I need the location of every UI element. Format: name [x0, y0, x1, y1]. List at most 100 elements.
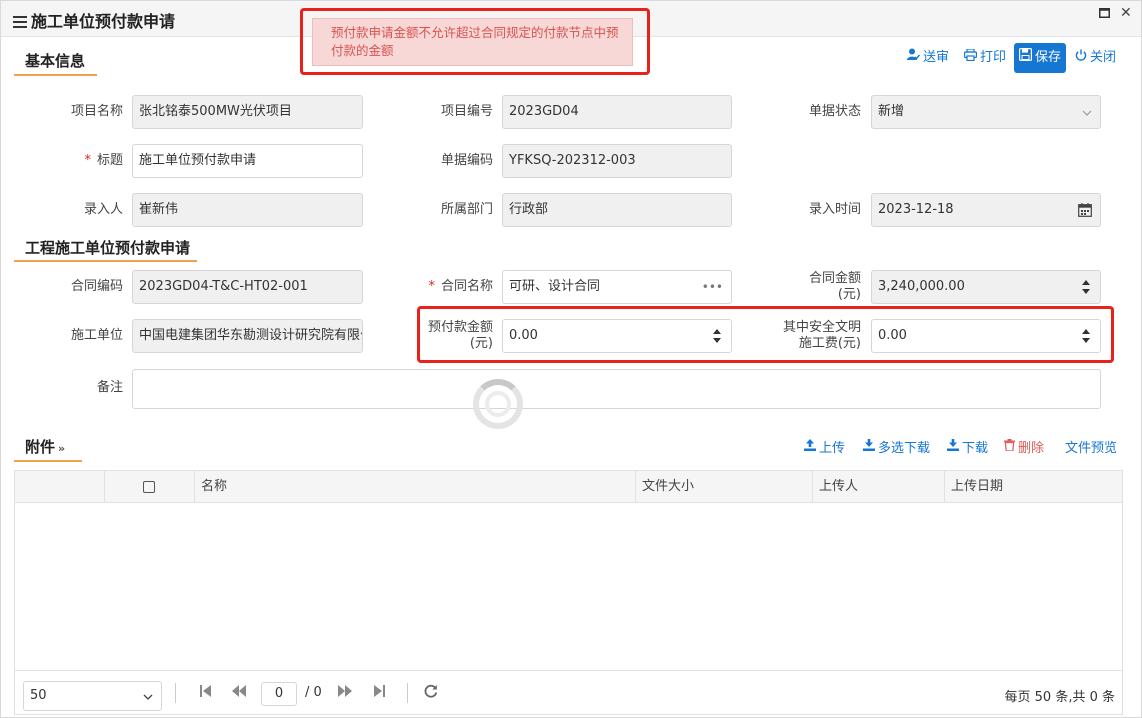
- window-title: 施工单位预付款申请: [13, 8, 175, 32]
- attachments-grid-header: 名称 文件大小 上传人 上传日期: [14, 470, 1123, 503]
- select-all-checkbox[interactable]: [143, 480, 155, 493]
- title-label: * 标题: [41, 153, 123, 169]
- contract-amount-field: 3,240,000.00: [871, 270, 1101, 304]
- close-icon[interactable]: ✕: [1120, 5, 1132, 21]
- status-select[interactable]: 新增: [871, 95, 1101, 129]
- delete-button[interactable]: 删除: [1004, 437, 1044, 456]
- entry-time-label: 录入时间: [808, 202, 861, 217]
- close-button[interactable]: 关闭: [1075, 45, 1116, 71]
- page-number-input[interactable]: 0: [261, 682, 297, 706]
- more-icon[interactable]: •••: [702, 271, 723, 303]
- chevron-down-icon: [143, 682, 153, 710]
- dept-field: 行政部: [502, 193, 732, 227]
- contract-amount-label-line2: (元): [837, 287, 861, 302]
- page-size-value: 50: [30, 688, 47, 703]
- contract-name-label-text: 合同名称: [440, 279, 493, 294]
- refresh-icon[interactable]: [424, 684, 438, 702]
- pager-divider: [407, 683, 408, 703]
- project-no-field: 2023GD04: [502, 95, 732, 129]
- required-marker: *: [428, 279, 435, 294]
- window-title-text: 施工单位预付款申请: [31, 12, 176, 31]
- hamburger-icon[interactable]: [13, 13, 27, 32]
- section-title-construction: 工程施工单位预付款申请: [25, 239, 191, 257]
- unit-field: 中国电建集团华东勘测设计研究院有限公司: [132, 319, 363, 353]
- project-name-label: 项目名称: [70, 104, 123, 119]
- column-header-size[interactable]: 文件大小: [636, 471, 813, 502]
- remark-label: 备注: [96, 380, 123, 395]
- section-underline: [14, 260, 197, 262]
- spinner-arrows-icon: [1082, 280, 1091, 294]
- first-page-icon[interactable]: [200, 685, 211, 701]
- dept-label: 所属部门: [440, 202, 493, 217]
- status-value: 新增: [878, 104, 905, 119]
- download-button[interactable]: 下载: [947, 437, 988, 456]
- contract-name-picker[interactable]: 可研、设计合同 •••: [502, 270, 732, 304]
- collapse-chevron-icon[interactable]: »: [58, 442, 65, 455]
- pager: 50 0 / 0 每页 50 条,共 0 条: [14, 671, 1123, 715]
- preview-button[interactable]: 文件预览: [1065, 437, 1117, 456]
- download-icon: [947, 438, 959, 455]
- print-icon: [964, 45, 978, 71]
- select-all-checkbox-cell: [105, 471, 195, 502]
- submit-button[interactable]: 送审: [907, 45, 949, 71]
- column-header-uploader[interactable]: 上传人: [813, 471, 945, 502]
- attachments-grid-body: [14, 503, 1123, 671]
- row-number-column: [15, 471, 105, 502]
- project-name-field: 张北铭泰500MW光伏项目: [132, 95, 363, 129]
- project-no-label: 项目编号: [440, 104, 493, 119]
- contract-no-field: 2023GD04-T&C-HT02-001: [132, 270, 363, 304]
- upload-icon: [804, 438, 816, 455]
- loading-spinner-inner: [485, 391, 511, 417]
- column-header-upload-date[interactable]: 上传日期: [945, 471, 1122, 502]
- calendar-icon[interactable]: [1078, 194, 1092, 226]
- entered-by-field: 崔新伟: [132, 193, 363, 227]
- floppy-icon: [1019, 43, 1033, 73]
- section-title-attachments[interactable]: 附件»: [25, 436, 65, 457]
- delete-label: 删除: [1018, 441, 1045, 456]
- close-label: 关闭: [1090, 50, 1117, 65]
- contract-amount-value: 3,240,000.00: [878, 279, 965, 294]
- entry-time-field[interactable]: 2023-12-18: [871, 193, 1101, 227]
- unit-label: 施工单位: [70, 328, 123, 343]
- pager-summary: 每页 50 条,共 0 条: [1004, 690, 1115, 705]
- page-total: / 0: [305, 685, 322, 700]
- contract-name-label: * 合同名称: [411, 279, 493, 295]
- page-size-select[interactable]: 50: [23, 681, 162, 711]
- pager-divider: [175, 683, 176, 703]
- entry-time-value: 2023-12-18: [878, 202, 954, 217]
- contract-no-label: 合同编码: [70, 279, 123, 294]
- save-label: 保存: [1035, 50, 1062, 65]
- multi-download-label: 多选下载: [878, 441, 931, 456]
- last-page-icon[interactable]: [374, 685, 385, 701]
- doc-no-label: 单据编码: [440, 153, 493, 168]
- maximize-icon[interactable]: [1099, 7, 1110, 21]
- user-check-icon: [907, 45, 921, 71]
- title-input[interactable]: 施工单位预付款申请: [132, 144, 363, 178]
- column-header-name[interactable]: 名称: [195, 471, 636, 502]
- upload-button[interactable]: 上传: [804, 437, 845, 456]
- contract-amount-label: 合同金额 (元): [779, 271, 861, 303]
- next-page-icon[interactable]: [338, 685, 352, 701]
- prev-page-icon[interactable]: [232, 685, 246, 701]
- entered-by-label: 录入人: [83, 202, 123, 217]
- section-underline: [14, 74, 97, 76]
- title-label-text: 标题: [96, 153, 123, 168]
- remark-input[interactable]: [132, 369, 1101, 409]
- save-button[interactable]: 保存: [1014, 43, 1067, 73]
- chevron-down-icon: [1082, 96, 1092, 128]
- upload-label: 上传: [819, 441, 846, 456]
- section-title-basic: 基本信息: [25, 52, 86, 70]
- required-marker: *: [84, 153, 91, 168]
- multi-download-button[interactable]: 多选下载: [863, 437, 930, 456]
- contract-amount-label-line1: 合同金额: [808, 271, 861, 286]
- print-button[interactable]: 打印: [964, 45, 1006, 71]
- highlight-frame-amounts: [417, 306, 1114, 363]
- section-underline: [14, 460, 82, 462]
- download-label: 下载: [962, 441, 989, 456]
- download-icon: [863, 438, 875, 455]
- submit-label: 送审: [923, 50, 950, 65]
- status-label: 单据状态: [808, 104, 861, 119]
- form-window: 施工单位预付款申请 ✕ 基本信息 送审 打印 保存 关闭 预付款申请金额不允许超…: [0, 0, 1142, 718]
- contract-name-value: 可研、设计合同: [509, 279, 601, 294]
- attachments-title-text: 附件: [25, 438, 56, 456]
